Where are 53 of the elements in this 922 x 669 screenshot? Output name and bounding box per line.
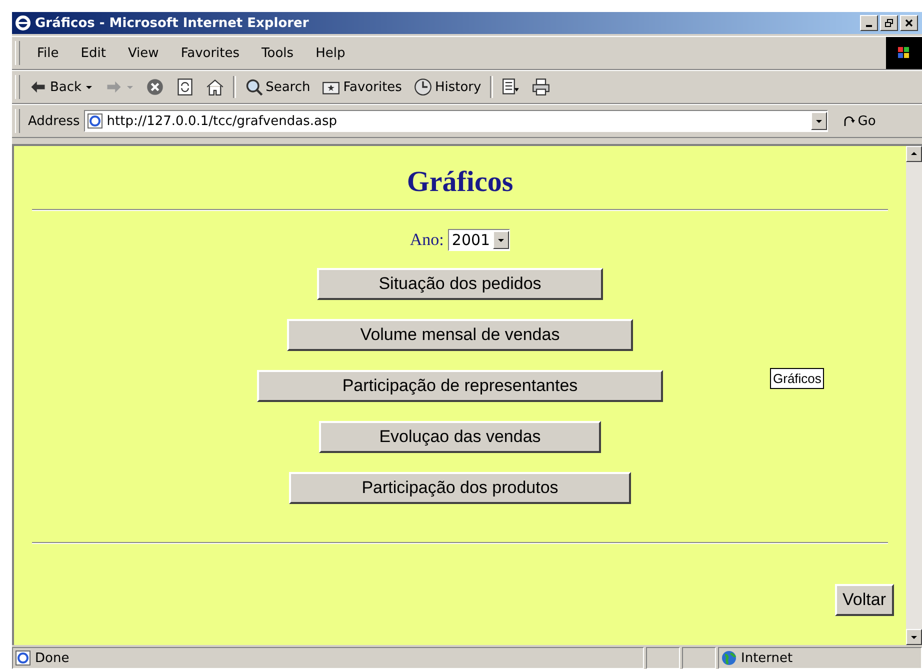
caret-icon: [126, 83, 134, 91]
chart-button[interactable]: Participação dos produtos: [289, 472, 631, 504]
chart-button[interactable]: Situação dos pedidos: [317, 268, 603, 300]
caret-icon: [84, 83, 93, 91]
restore-icon: [884, 18, 894, 28]
chart-button[interactable]: Participação de representantes: [257, 370, 663, 402]
chart-button[interactable]: Evoluçao das vendas: [319, 421, 601, 453]
page-title: Gráficos: [406, 166, 514, 199]
minimize-button[interactable]: [860, 15, 878, 31]
window-title: Gráficos - Microsoft Internet Explorer: [35, 16, 310, 30]
favorites-button[interactable]: Favorites: [319, 76, 405, 98]
status-pane: [646, 647, 680, 669]
menu-item[interactable]: Help: [304, 46, 356, 60]
dropdown-button[interactable]: [810, 112, 827, 130]
menu-item[interactable]: Tools: [250, 46, 305, 60]
go-button[interactable]: Go: [842, 114, 876, 128]
windows-logo-icon: [886, 37, 922, 69]
scrollbar[interactable]: [906, 146, 922, 645]
address-field[interactable]: http://127.0.0.1/tcc/grafvendas.asp: [84, 110, 828, 132]
search-button[interactable]: Search: [242, 76, 314, 98]
address-label: Address: [28, 114, 81, 128]
back-button[interactable]: Voltar: [834, 584, 894, 616]
history-button[interactable]: History: [410, 76, 484, 98]
close-icon: [904, 18, 914, 28]
minimize-icon: [866, 25, 872, 27]
scroll-up-button[interactable]: [906, 146, 922, 162]
tooltip: Gráficos: [770, 368, 824, 389]
back-button[interactable]: Back: [26, 76, 96, 98]
home-icon: [206, 78, 224, 96]
status-pane: [682, 647, 716, 669]
menu-item[interactable]: Favorites: [170, 46, 251, 60]
mail-icon: [502, 78, 520, 96]
globe-icon: [721, 650, 737, 666]
year-label: Ano:: [410, 230, 444, 250]
restore-button[interactable]: [880, 15, 898, 31]
clock-icon: [414, 78, 432, 96]
page-icon: [86, 113, 103, 129]
close-button[interactable]: [900, 15, 918, 31]
menu-item[interactable]: Edit: [70, 46, 117, 60]
scroll-down-button[interactable]: [906, 629, 922, 645]
go-arrow-icon: [842, 114, 856, 128]
printer-icon: [532, 78, 550, 96]
menu-item[interactable]: File: [26, 46, 70, 60]
chart-button[interactable]: Volume mensal de vendas: [287, 319, 633, 351]
stop-icon: [146, 78, 164, 96]
security-zone: Internet: [741, 650, 793, 666]
dropdown-button[interactable]: [493, 231, 510, 249]
status-text: Done: [35, 650, 70, 666]
refresh-icon: [176, 78, 194, 96]
menu-item[interactable]: View: [116, 46, 170, 60]
page-icon: [15, 650, 31, 666]
magnifier-icon: [244, 78, 263, 96]
year-select[interactable]: 2001: [448, 229, 510, 251]
